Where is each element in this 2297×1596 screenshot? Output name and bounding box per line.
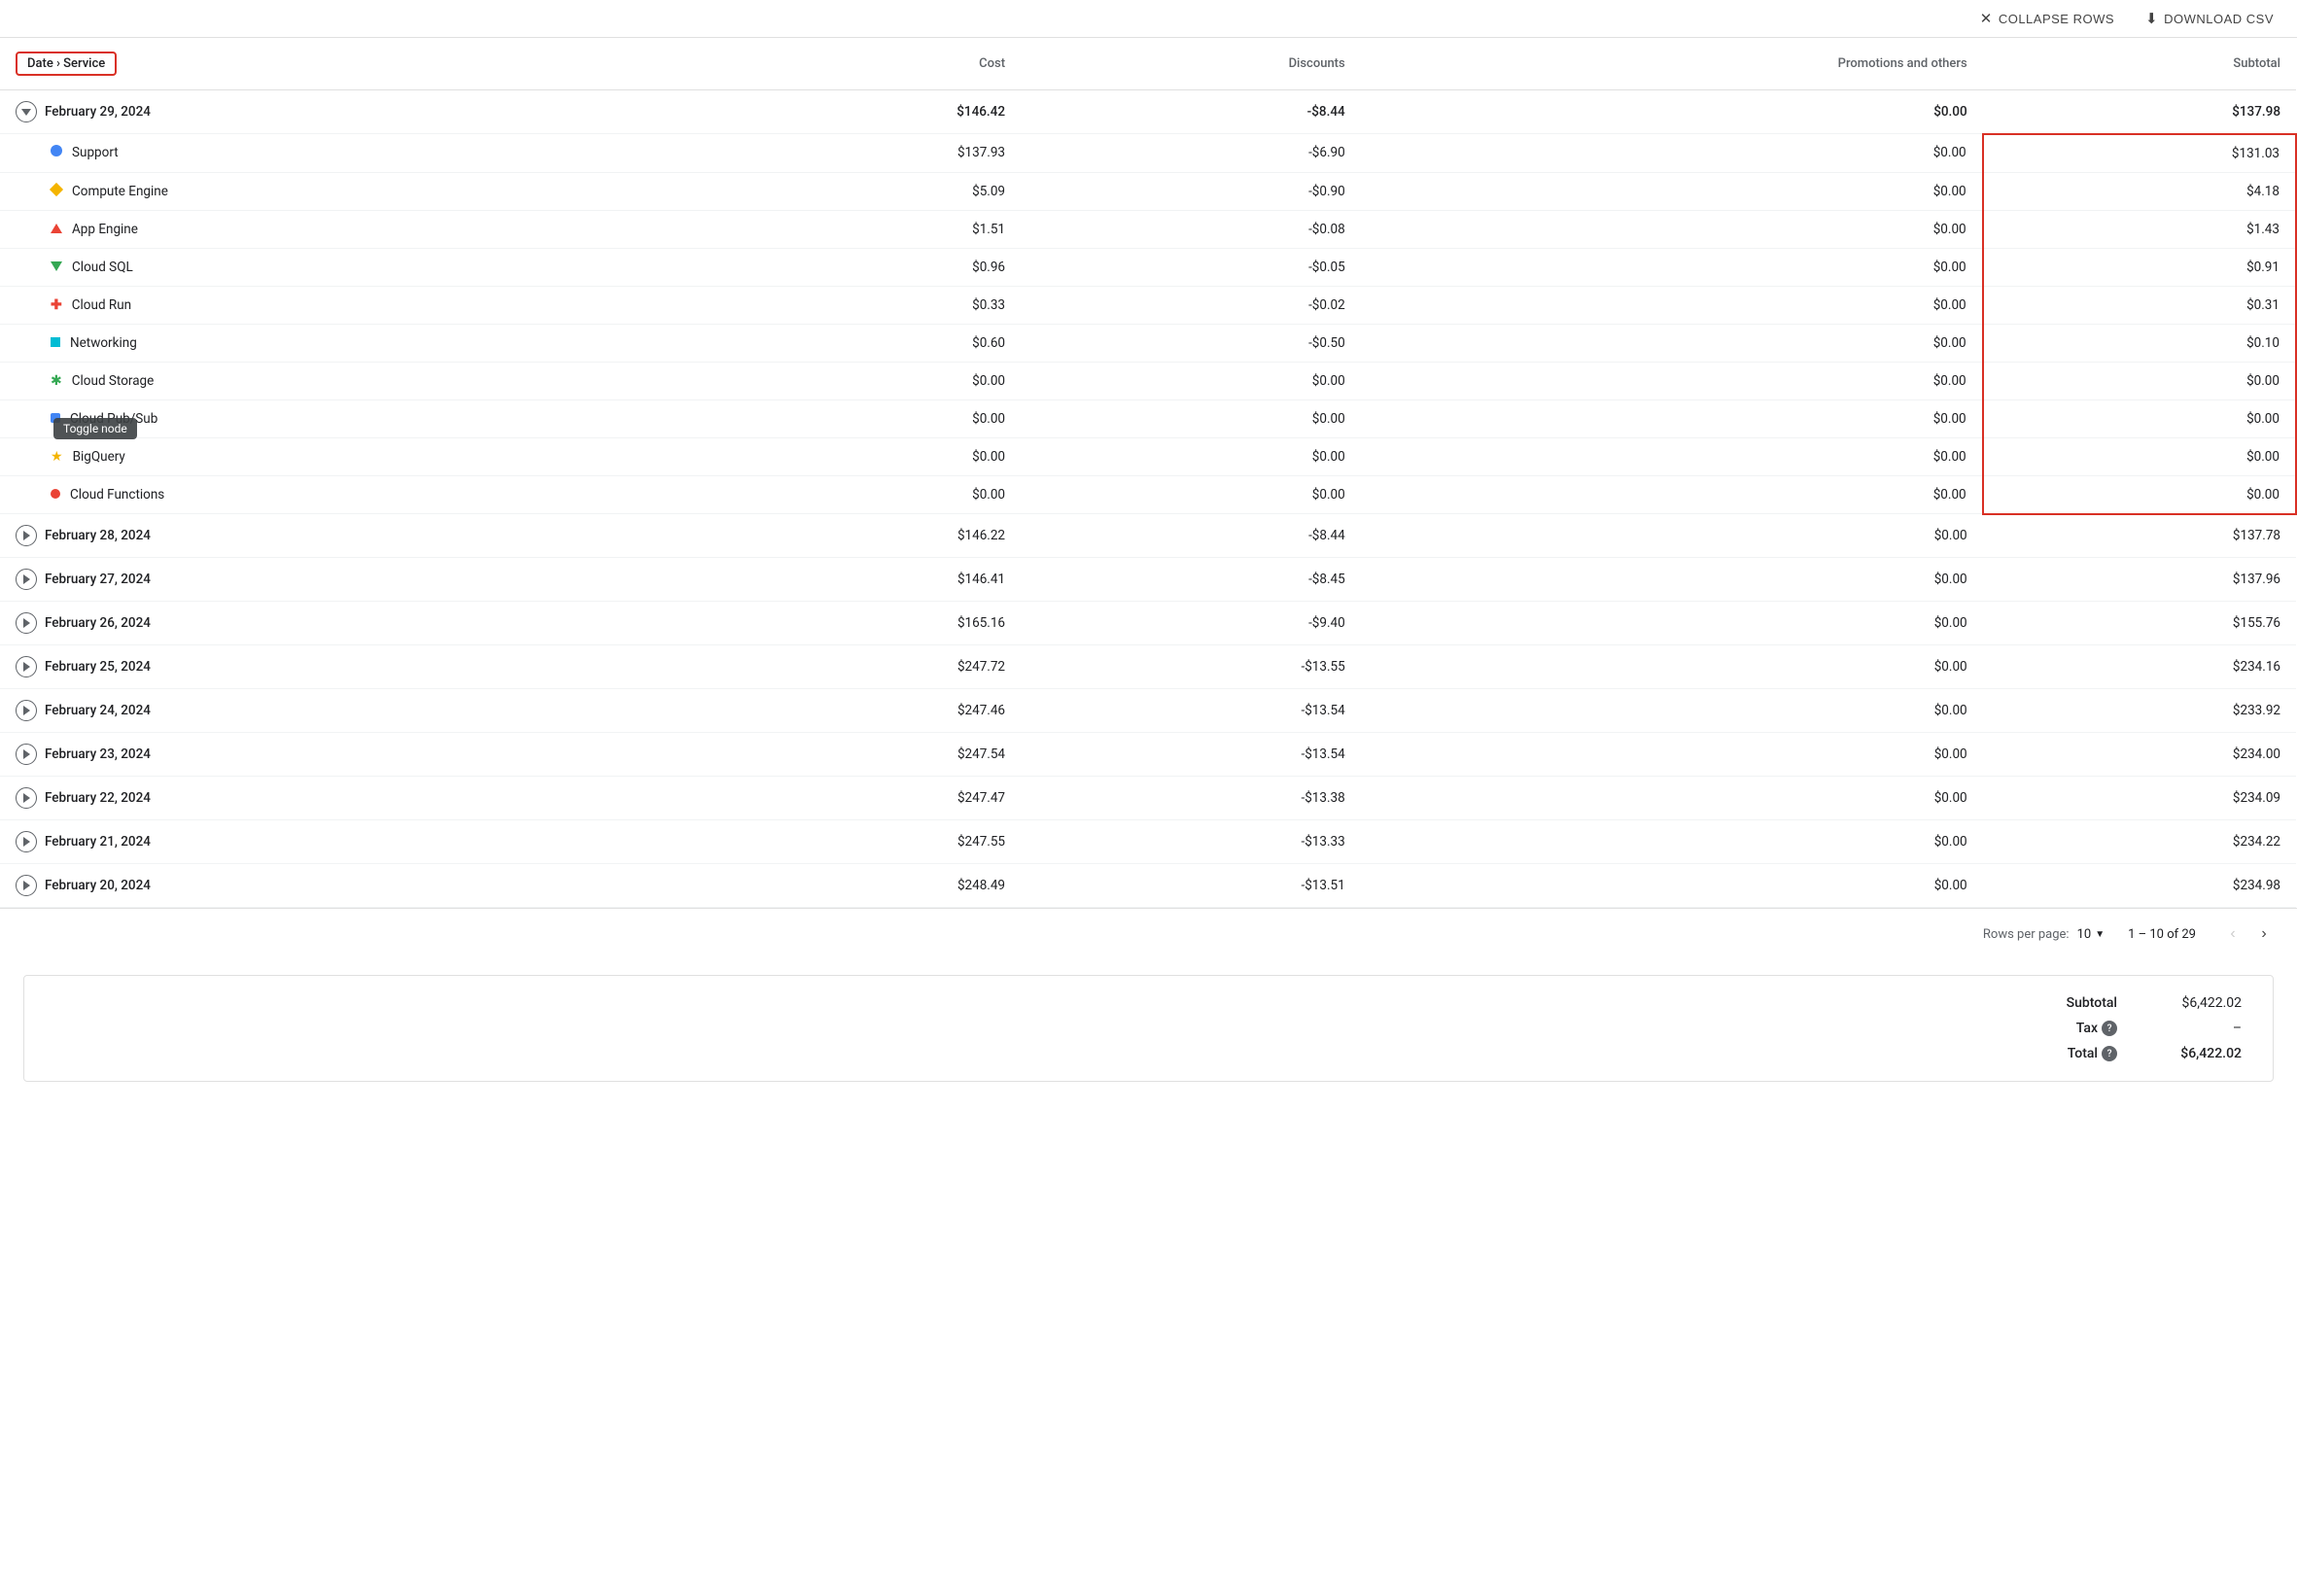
toggle-collapsed-button[interactable]	[16, 700, 37, 721]
summary-total-label: Total ?	[2068, 1046, 2117, 1061]
date-row-collapsed: February 20, 2024 $248.49 -$13.51 $0.00 …	[0, 864, 2296, 908]
service-row: ✱ Cloud Storage $0.00 $0.00 $0.00 $0.00	[0, 362, 2296, 399]
service-icon: ✚	[51, 297, 62, 313]
date-label: February 23, 2024	[45, 746, 151, 762]
service-icon	[51, 222, 62, 237]
summary-subtotal-label: Subtotal	[2067, 995, 2117, 1011]
service-row: ★ BigQuery $0.00 $0.00 $0.00 $0.00	[0, 437, 2296, 475]
download-csv-button[interactable]: ⬇ DOWNLOAD CSV	[2145, 10, 2274, 27]
service-icon	[51, 487, 60, 503]
summary-tax-row: Tax ? –	[2076, 1021, 2242, 1036]
service-row: Support $137.93 -$6.90 $0.00 $131.03	[0, 134, 2296, 173]
promotions-header: Promotions and others	[1361, 38, 1983, 90]
summary-subtotal-row: Subtotal $6,422.02	[2067, 995, 2242, 1011]
summary-subtotal-value: $6,422.02	[2164, 995, 2242, 1011]
summary-tax-value: –	[2164, 1021, 2242, 1036]
toggle-node-tooltip: Toggle node	[53, 418, 137, 439]
service-row: Compute Engine $5.09 -$0.90 $0.00 $4.18	[0, 172, 2296, 210]
page-nav: ‹ ›	[2219, 920, 2278, 948]
toggle-collapsed-button[interactable]	[16, 612, 37, 634]
date-row-collapsed: February 27, 2024 $146.41 -$8.45 $0.00 $…	[0, 558, 2296, 602]
discounts-header: Discounts	[1021, 38, 1361, 90]
service-name: Cloud Storage	[72, 373, 155, 389]
date-label: February 25, 2024	[45, 659, 151, 675]
service-row: App Engine $1.51 -$0.08 $0.00 $1.43	[0, 210, 2296, 248]
service-name: Support	[72, 145, 119, 160]
service-row: Cloud Functions $0.00 $0.00 $0.00 $0.00	[0, 475, 2296, 514]
toggle-collapsed-button[interactable]	[16, 787, 37, 809]
page-info: 1 – 10 of 29	[2128, 927, 2196, 942]
tax-info-icon[interactable]: ?	[2102, 1021, 2117, 1036]
date-row-collapsed: February 25, 2024 $247.72 -$13.55 $0.00 …	[0, 645, 2296, 689]
toggle-collapsed-button[interactable]	[16, 744, 37, 765]
service-name: Networking	[70, 335, 137, 351]
date-label: February 29, 2024	[45, 104, 151, 120]
date-row-collapsed: February 21, 2024 $247.55 -$13.33 $0.00 …	[0, 820, 2296, 864]
prev-page-button[interactable]: ‹	[2219, 920, 2246, 948]
summary-total-row: Total ? $6,422.02	[2068, 1046, 2242, 1061]
service-name: App Engine	[72, 222, 138, 237]
toggle-collapsed-button[interactable]	[16, 525, 37, 546]
service-icon	[51, 184, 62, 199]
service-name: Cloud Functions	[70, 487, 164, 503]
toolbar: ✕ COLLAPSE ROWS ⬇ DOWNLOAD CSV	[0, 0, 2297, 38]
toggle-collapsed-button[interactable]	[16, 875, 37, 896]
service-icon: ✱	[51, 373, 62, 389]
subtotal-header: Subtotal	[1983, 38, 2296, 90]
summary-tax-label: Tax ?	[2076, 1021, 2117, 1036]
service-name: Compute Engine	[72, 184, 168, 199]
pagination: Rows per page: 10 ▼ 1 – 10 of 29 ‹ ›	[0, 908, 2297, 959]
service-icon: ★	[51, 449, 63, 465]
date-row-collapsed: February 22, 2024 $247.47 -$13.38 $0.00 …	[0, 777, 2296, 820]
rows-per-page: Rows per page: 10 ▼	[1983, 927, 2105, 942]
service-icon	[51, 145, 62, 160]
total-info-icon[interactable]: ?	[2102, 1046, 2117, 1061]
date-label: February 27, 2024	[45, 572, 151, 587]
date-label: February 20, 2024	[45, 878, 151, 893]
date-label: February 26, 2024	[45, 615, 151, 631]
service-row: ✚ Cloud Run $0.33 -$0.02 $0.00 $0.31	[0, 286, 2296, 324]
toggle-collapsed-button[interactable]	[16, 831, 37, 852]
date-service-header: Date › Service	[0, 38, 713, 90]
toggle-collapsed-button[interactable]	[16, 569, 37, 590]
next-page-button[interactable]: ›	[2250, 920, 2278, 948]
date-row-collapsed: February 26, 2024 $165.16 -$9.40 $0.00 $…	[0, 602, 2296, 645]
service-name: BigQuery	[73, 449, 125, 465]
service-row: Cloud Pub/Sub $0.00 $0.00 $0.00 $0.00	[0, 399, 2296, 437]
toggle-expanded-button[interactable]	[16, 101, 37, 122]
date-label: February 28, 2024	[45, 528, 151, 543]
service-icon	[51, 260, 62, 275]
data-table: Date › Service Cost Discounts Promotions…	[0, 38, 2297, 908]
date-label: February 21, 2024	[45, 834, 151, 850]
service-row: Networking $0.60 -$0.50 $0.00 $0.10	[0, 324, 2296, 362]
service-name: Cloud Run	[72, 297, 131, 313]
toggle-collapsed-button[interactable]	[16, 656, 37, 677]
summary-section: Subtotal $6,422.02 Tax ? – Total ? $6,42…	[23, 975, 2274, 1082]
download-icon: ⬇	[2145, 10, 2158, 27]
date-row-collapsed: February 28, 2024 $146.22 -$8.44 $0.00 $…	[0, 514, 2296, 558]
collapse-rows-button[interactable]: ✕ COLLAPSE ROWS	[1980, 10, 2114, 27]
summary-total-value: $6,422.02	[2164, 1046, 2242, 1061]
date-label: February 24, 2024	[45, 703, 151, 718]
service-row: Cloud SQL $0.96 -$0.05 $0.00 $0.91	[0, 248, 2296, 286]
dropdown-arrow-icon: ▼	[2095, 929, 2105, 940]
date-row-collapsed: February 23, 2024 $247.54 -$13.54 $0.00 …	[0, 733, 2296, 777]
collapse-rows-icon: ✕	[1980, 10, 1993, 27]
rows-per-page-select[interactable]: 10 ▼	[2077, 927, 2106, 942]
date-row-expanded: February 29, 2024 $146.42 -$8.44 $0.00 $…	[0, 90, 2296, 134]
table-wrapper: Date › Service Cost Discounts Promotions…	[0, 38, 2297, 908]
service-name: Cloud SQL	[72, 260, 133, 275]
service-icon	[51, 335, 60, 351]
date-label: February 22, 2024	[45, 790, 151, 806]
cost-header: Cost	[713, 38, 1021, 90]
date-row-collapsed: February 24, 2024 $247.46 -$13.54 $0.00 …	[0, 689, 2296, 733]
